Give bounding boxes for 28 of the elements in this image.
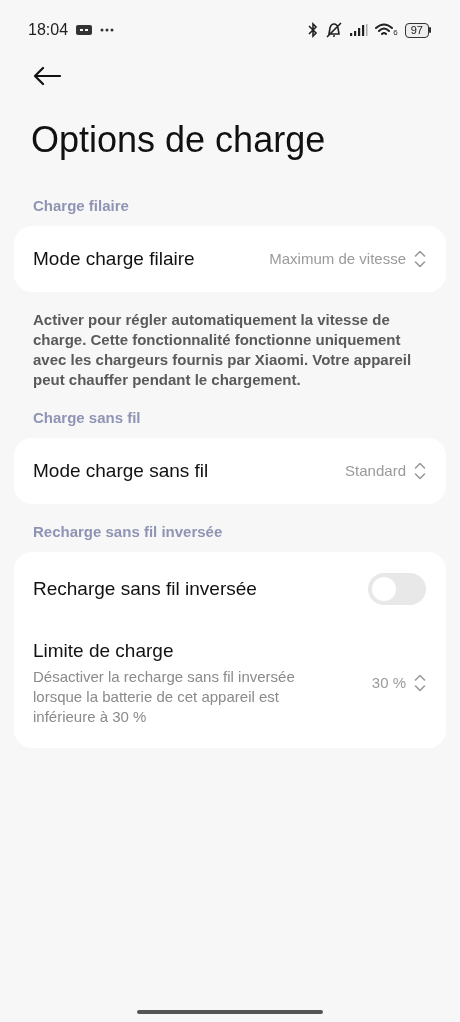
section-header: Recharge sans fil inversée bbox=[32, 522, 224, 542]
value-selector[interactable]: Maximum de vitesse bbox=[269, 247, 426, 271]
wifi-icon bbox=[375, 23, 394, 37]
wifi-label: 6 bbox=[393, 29, 398, 37]
chevron-up-down-icon bbox=[414, 674, 426, 692]
setting-label: Limite de charge bbox=[33, 639, 175, 663]
status-time: 18:04 bbox=[28, 20, 69, 40]
bluetooth-icon bbox=[308, 22, 319, 38]
page-title: Options de charge bbox=[30, 118, 327, 162]
home-indicator[interactable] bbox=[137, 1010, 323, 1014]
section-note: Activer pour régler automatiquement la vitesse de charge. Cette fonctionnalité fonctionne uniquement avec les chargeurs fournis par Xiaomi. Votre appareil peut chauffer pendant le chargement. bbox=[32, 310, 413, 390]
chevron-up-down-icon bbox=[414, 462, 426, 480]
battery-indicator: 97 bbox=[404, 22, 429, 38]
value-selector[interactable]: Standard bbox=[345, 459, 426, 483]
setting-label: Mode charge sans fil bbox=[33, 459, 209, 483]
signal-icon bbox=[350, 24, 369, 36]
section-header: Charge sans fil bbox=[32, 408, 142, 428]
setting-label: Mode charge filaire bbox=[33, 247, 195, 271]
notification-icon bbox=[76, 24, 93, 36]
back-arrow-icon[interactable] bbox=[33, 66, 61, 86]
section-header: Charge filaire bbox=[32, 196, 130, 216]
muted-bell-icon bbox=[325, 22, 344, 38]
battery-tip-icon bbox=[429, 27, 432, 33]
setting-label: Recharge sans fil inversée bbox=[33, 577, 257, 601]
more-icon bbox=[100, 28, 115, 32]
value-selector[interactable]: 30 % bbox=[371, 671, 426, 695]
chevron-up-down-icon bbox=[414, 250, 426, 268]
setting-description: Désactiver la recharge sans fil inversée lorsque la batterie de cet appareil est inférieure à 30 % bbox=[33, 667, 296, 727]
